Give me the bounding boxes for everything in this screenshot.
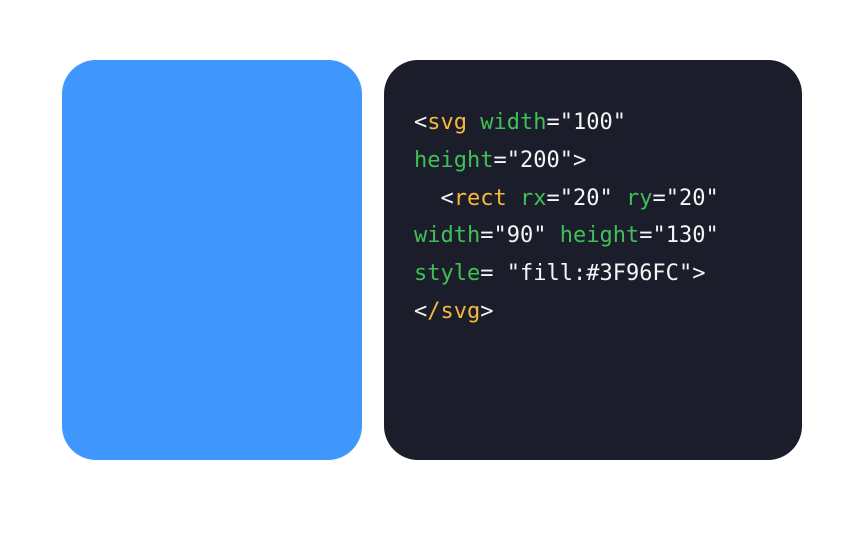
indent xyxy=(414,186,441,211)
val-rect-width: 90 xyxy=(507,223,534,248)
val-rx: 20 xyxy=(573,186,600,211)
attr-rect-width: width xyxy=(414,223,480,248)
code-panel: <svg width="100" height="200"> <rect rx=… xyxy=(384,60,802,460)
svg-close-tag: /svg xyxy=(427,299,480,324)
val-svg-height: 200 xyxy=(520,148,560,173)
val-style: fill:#3F96FC xyxy=(520,261,679,286)
open-bracket: < xyxy=(414,110,427,135)
attr-width: width xyxy=(480,110,546,135)
attr-ry: ry xyxy=(626,186,653,211)
code-block: <svg width="100" height="200"> <rect rx=… xyxy=(414,104,772,331)
svg-open-tag: svg xyxy=(427,110,467,135)
val-ry: 20 xyxy=(679,186,706,211)
rect-tag: rect xyxy=(454,186,507,211)
attr-rect-height: height xyxy=(560,223,639,248)
attr-style: style xyxy=(414,261,480,286)
attr-height: height xyxy=(414,148,493,173)
attr-rx: rx xyxy=(520,186,547,211)
val-svg-width: 100 xyxy=(573,110,613,135)
svg-preview-panel xyxy=(62,60,362,460)
val-rect-height: 130 xyxy=(666,223,706,248)
